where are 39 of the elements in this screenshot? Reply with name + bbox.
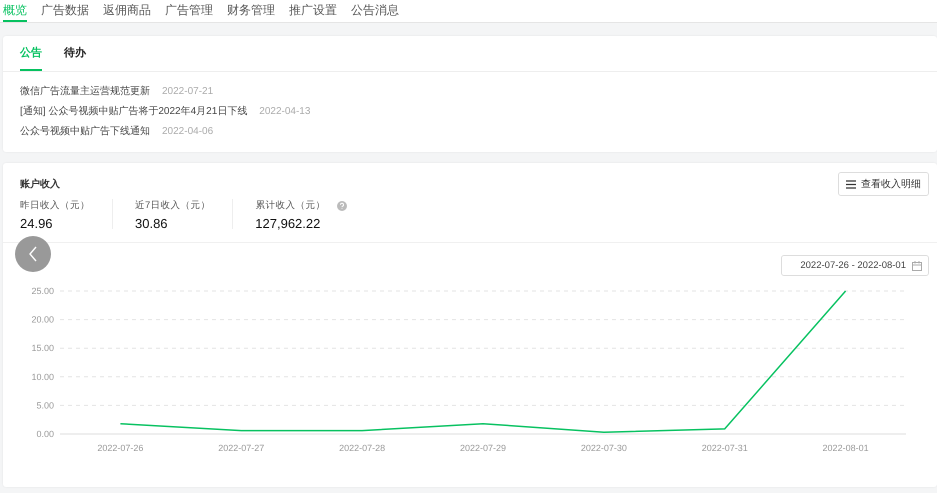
y-tick-label: 10.00 <box>31 372 54 382</box>
date-range-picker[interactable]: 2022-07-26 - 2022-08-01 <box>781 255 929 276</box>
notice-date: 2022-07-21 <box>162 86 214 96</box>
nav-tab[interactable]: 广告管理 <box>165 0 213 22</box>
notice-date: 2022-04-13 <box>259 106 310 116</box>
nav-tab[interactable]: 公告消息 <box>351 0 399 22</box>
y-tick-label: 25.00 <box>31 286 54 296</box>
notice-link[interactable]: 公众号视频中贴广告下线通知 <box>20 124 150 138</box>
stat-value: 24.96 <box>20 216 54 231</box>
x-tick-label: 2022-07-27 <box>218 443 264 453</box>
notice-date: 2022-04-06 <box>162 126 214 136</box>
nav-tab[interactable]: 返佣商品 <box>103 0 151 22</box>
x-tick-label: 2022-07-28 <box>339 443 386 453</box>
notice-link[interactable]: 微信广告流量主运营规范更新 <box>20 84 150 98</box>
help-icon[interactable] <box>337 200 348 210</box>
calendar-icon <box>912 260 922 270</box>
y-tick-label: 20.00 <box>31 314 54 325</box>
notice-link[interactable]: [通知] 公众号视频中贴广告将于2022年4月21日下线 <box>20 104 248 118</box>
stat-label: 昨日收入（元） <box>20 199 90 212</box>
y-tick-label: 5.00 <box>36 400 54 410</box>
stat-value: 30.86 <box>135 216 169 231</box>
income-detail-button[interactable]: 查看收入明细 <box>838 172 929 196</box>
chevron-left-icon <box>28 246 38 262</box>
stat-value: 127,962.22 <box>255 216 322 231</box>
nav-tab[interactable]: 广告数据 <box>41 0 89 22</box>
x-tick-label: 2022-08-01 <box>822 443 869 453</box>
card-title: 账户收入 <box>20 177 60 191</box>
x-tick-label: 2022-07-26 <box>97 443 144 453</box>
notice-tab[interactable]: 待办 <box>64 36 86 71</box>
nav-tab[interactable]: 财务管理 <box>227 0 275 22</box>
x-tick-label: 2022-07-30 <box>580 443 627 453</box>
x-tick-label: 2022-07-31 <box>702 443 748 453</box>
list-icon <box>846 180 856 188</box>
y-tick-label: 15.00 <box>31 343 54 354</box>
nav-tab[interactable]: 推广设置 <box>289 0 337 22</box>
stat-label: 累计收入（元） <box>255 199 326 212</box>
stat-label: 近7日收入（元） <box>135 199 210 212</box>
y-tick-label: 0.00 <box>36 429 54 439</box>
x-tick-label: 2022-07-29 <box>460 443 506 453</box>
